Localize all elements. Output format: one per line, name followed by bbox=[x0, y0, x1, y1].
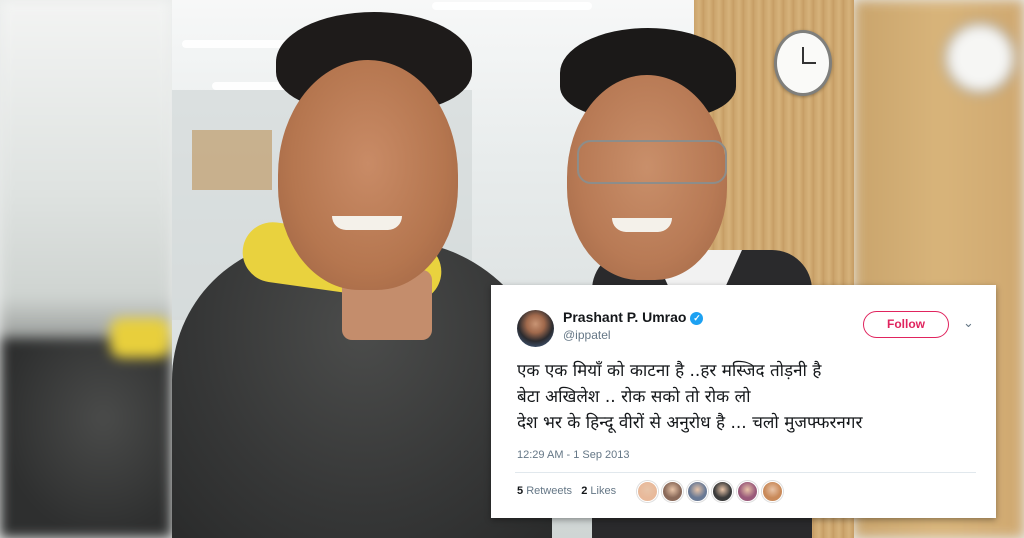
engagement-stats: 5 Retweets 2 Likes bbox=[517, 485, 616, 497]
author-handle[interactable]: @ippatel bbox=[563, 328, 611, 342]
author-name-row[interactable]: Prashant P. Umrao ✓ bbox=[563, 309, 704, 325]
liker-avatar[interactable] bbox=[737, 481, 758, 502]
wall-clock bbox=[774, 30, 832, 96]
liker-avatar[interactable] bbox=[662, 481, 683, 502]
tweet-timestamp[interactable]: 12:29 AM - 1 Sep 2013 bbox=[517, 449, 630, 461]
retweets-stat[interactable]: 5 Retweets bbox=[517, 485, 572, 497]
person-left-face bbox=[278, 60, 458, 290]
blurred-left-panel bbox=[0, 0, 172, 538]
liker-avatars bbox=[637, 481, 783, 502]
chevron-down-icon[interactable]: ⌄ bbox=[963, 315, 974, 331]
verified-badge-icon: ✓ bbox=[690, 312, 704, 325]
likes-count: 2 bbox=[581, 485, 588, 497]
liker-avatar[interactable] bbox=[637, 481, 658, 502]
retweets-label: Retweets bbox=[526, 485, 573, 497]
tweet-line: देश भर के हिन्दू वीरों से अनुरोध है ... … bbox=[517, 413, 863, 433]
likes-stat[interactable]: 2 Likes bbox=[581, 485, 616, 497]
liker-avatar[interactable] bbox=[687, 481, 708, 502]
divider bbox=[515, 472, 976, 473]
tweet-line: बेटा अखिलेश .. रोक सको तो रोक लो bbox=[517, 387, 751, 407]
author-name[interactable]: Prashant P. Umrao bbox=[563, 309, 686, 325]
tweet-text: एक एक मियाँ को काटना है ..हर मस्जिद तोड़… bbox=[517, 358, 977, 436]
liker-avatar[interactable] bbox=[762, 481, 783, 502]
tweet-line: एक एक मियाँ को काटना है ..हर मस्जिद तोड़… bbox=[517, 361, 822, 381]
follow-button[interactable]: Follow bbox=[863, 311, 949, 338]
author-avatar[interactable] bbox=[517, 310, 554, 347]
liker-avatar[interactable] bbox=[712, 481, 733, 502]
retweets-count: 5 bbox=[517, 485, 524, 497]
glasses bbox=[577, 140, 727, 184]
likes-label: Likes bbox=[590, 485, 617, 497]
tweet-card: Prashant P. Umrao ✓ @ippatel Follow ⌄ एक … bbox=[491, 285, 996, 518]
